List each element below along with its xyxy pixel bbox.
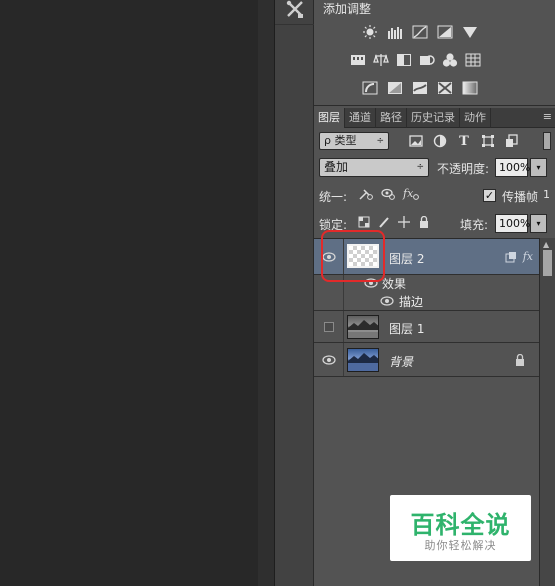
threshold-icon[interactable] bbox=[412, 81, 428, 95]
panel-gutter bbox=[258, 0, 274, 586]
tab-channels[interactable]: 通道 bbox=[345, 108, 376, 128]
blend-mode-value: 叠加 bbox=[324, 160, 349, 174]
annotation-highlight-box bbox=[321, 230, 385, 282]
opacity-field[interactable]: 100% bbox=[495, 158, 530, 177]
black-white-icon[interactable] bbox=[396, 53, 412, 67]
color-balance-icon[interactable] bbox=[373, 53, 389, 67]
layer-filter-row: ρ 类型 ÷ T bbox=[314, 128, 555, 154]
curves-icon[interactable] bbox=[412, 25, 428, 39]
unify-visibility-icon[interactable] bbox=[380, 187, 396, 204]
filter-toggle[interactable] bbox=[543, 132, 551, 150]
fill-dropdown-arrow[interactable]: ▾ bbox=[530, 214, 547, 233]
svg-text:fx: fx bbox=[402, 187, 414, 200]
visibility-toggle[interactable] bbox=[314, 343, 344, 376]
invert-icon[interactable] bbox=[362, 81, 378, 95]
hue-saturation-icon[interactable] bbox=[350, 53, 366, 67]
layer-name[interactable]: 图层 1 bbox=[389, 320, 424, 337]
blend-row: 叠加 ÷ 不透明度: 100% ▾ bbox=[314, 156, 555, 180]
lock-position-icon[interactable] bbox=[398, 216, 410, 231]
fill-field[interactable]: 100% bbox=[495, 214, 530, 233]
watermark-logo: 百科全说 助你轻松解决 bbox=[390, 495, 531, 561]
watermark-subtitle: 助你轻松解决 bbox=[424, 539, 497, 552]
collapsed-panel-strip bbox=[274, 0, 315, 586]
filter-type-select[interactable]: ρ 类型 ÷ bbox=[319, 132, 389, 150]
document-canvas-area bbox=[0, 0, 258, 586]
tab-actions[interactable]: 动作 bbox=[460, 108, 491, 128]
tools-icon[interactable] bbox=[284, 0, 306, 20]
lock-all-icon[interactable] bbox=[418, 215, 430, 231]
unify-icons: fx bbox=[358, 187, 420, 204]
adjustments-row-1 bbox=[362, 25, 478, 39]
landscape-thumbnail-icon bbox=[348, 353, 378, 371]
panel-tabs: 图层 通道 路径 历史记录 动作 bbox=[314, 108, 555, 128]
shape-filter-icon[interactable] bbox=[480, 133, 496, 149]
vibrance-icon[interactable] bbox=[462, 25, 478, 39]
layer-row-layer-1[interactable]: 图层 1 bbox=[314, 311, 539, 343]
unify-style-icon[interactable]: fx bbox=[402, 187, 420, 204]
scroll-thumb[interactable] bbox=[543, 250, 552, 276]
adjustments-row-2 bbox=[350, 53, 481, 67]
lock-transparent-icon[interactable] bbox=[358, 216, 370, 231]
fill-label: 填充: bbox=[460, 218, 489, 232]
levels-icon[interactable] bbox=[387, 25, 403, 39]
layer-name[interactable]: 背景 bbox=[389, 353, 413, 370]
filter-icons: T bbox=[408, 133, 520, 149]
smart-filter-icon bbox=[505, 251, 516, 262]
adjustment-filter-icon[interactable] bbox=[432, 133, 448, 149]
layer-thumbnail[interactable] bbox=[347, 348, 379, 372]
adjustments-title: 添加调整 bbox=[323, 2, 372, 16]
lock-icon bbox=[516, 354, 524, 366]
layer-thumbnail[interactable] bbox=[347, 315, 379, 339]
filter-type-value: ρ 类型 bbox=[324, 134, 357, 147]
photo-filter-icon[interactable] bbox=[419, 53, 435, 67]
opacity-label: 不透明度: bbox=[437, 162, 490, 176]
tab-layers[interactable]: 图层 bbox=[314, 108, 345, 128]
layer-list-scrollbar[interactable]: ▲ bbox=[539, 238, 555, 586]
posterize-icon[interactable] bbox=[387, 81, 403, 95]
type-filter-icon[interactable]: T bbox=[456, 133, 472, 149]
eye-icon bbox=[321, 354, 336, 365]
propagate-frame-number: 1 bbox=[543, 188, 550, 201]
propagate-frame-label: 传播帧 bbox=[502, 190, 539, 204]
select-arrow-icon: ÷ bbox=[416, 162, 424, 172]
divider bbox=[275, 24, 315, 25]
exposure-icon[interactable] bbox=[437, 25, 453, 39]
image-filter-icon[interactable] bbox=[408, 133, 424, 149]
layer-effects-icon[interactable]: fx bbox=[523, 250, 533, 263]
blend-mode-select[interactable]: 叠加 ÷ bbox=[319, 158, 429, 177]
layer-badges bbox=[515, 354, 525, 366]
effects-label[interactable]: 效果 bbox=[382, 275, 406, 292]
channel-mixer-icon[interactable] bbox=[442, 53, 458, 67]
selective-color-icon[interactable] bbox=[437, 81, 453, 95]
brightness-icon[interactable] bbox=[362, 25, 378, 39]
layer-name[interactable]: 图层 2 bbox=[389, 250, 424, 267]
stroke-effect-label[interactable]: 描边 bbox=[399, 293, 423, 310]
adjustments-row-3 bbox=[362, 81, 478, 95]
eye-icon[interactable] bbox=[380, 296, 394, 306]
scroll-up-arrow-icon[interactable]: ▲ bbox=[543, 240, 549, 249]
hidden-visibility-box bbox=[323, 321, 334, 332]
layer-badges: fx bbox=[505, 250, 533, 263]
landscape-thumbnail-icon bbox=[348, 320, 378, 338]
lock-icons bbox=[358, 215, 430, 231]
layer-row-background[interactable]: 背景 bbox=[314, 343, 539, 377]
lock-pixels-icon[interactable] bbox=[378, 216, 390, 231]
propagate-frame-checkbox[interactable]: ✓ bbox=[483, 189, 496, 202]
smart-object-filter-icon[interactable] bbox=[504, 133, 520, 149]
gradient-map-icon[interactable] bbox=[462, 81, 478, 95]
unify-label: 统一: bbox=[319, 190, 348, 204]
unify-row: 统一: fx ✓ 传播帧 1 bbox=[314, 185, 555, 207]
adjustments-panel: 添加调整 bbox=[314, 0, 555, 106]
visibility-toggle[interactable] bbox=[314, 311, 344, 342]
opacity-dropdown-arrow[interactable]: ▾ bbox=[530, 158, 547, 177]
color-lookup-icon[interactable] bbox=[465, 53, 481, 67]
tab-history[interactable]: 历史记录 bbox=[407, 108, 460, 128]
unify-position-icon[interactable] bbox=[358, 187, 374, 204]
panel-menu-icon[interactable]: ≡ bbox=[543, 110, 552, 123]
watermark-title: 百科全说 bbox=[410, 511, 511, 539]
tab-paths[interactable]: 路径 bbox=[376, 108, 407, 128]
select-arrow-icon: ÷ bbox=[376, 136, 384, 146]
